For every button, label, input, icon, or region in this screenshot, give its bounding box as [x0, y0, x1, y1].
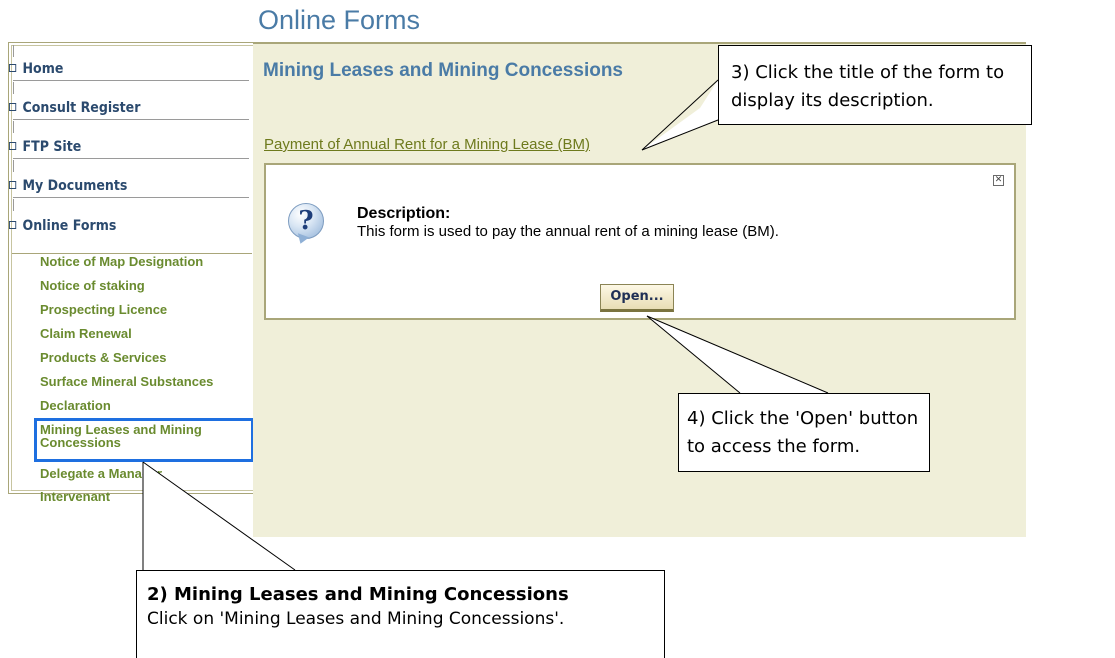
sidebar-item-label: Home	[22, 61, 64, 77]
sidebar-item-label: Online Forms	[22, 218, 117, 234]
tree-line	[13, 199, 14, 211]
bullet-icon	[9, 142, 17, 150]
description-label: Description:	[357, 205, 451, 222]
submenu-item-prospecting-licence[interactable]: Prospecting Licence	[40, 303, 167, 316]
page-title: Online Forms	[258, 5, 421, 35]
sidebar-item-ftp-site[interactable]: FTP Site	[9, 139, 81, 155]
callout-step-2-title: 2) Mining Leases and Mining Concessions	[147, 584, 569, 605]
question-icon: ?	[288, 203, 324, 239]
tree-line	[13, 121, 14, 133]
submenu-item-notice-of-map-designation[interactable]: Notice of Map Designation	[40, 255, 203, 268]
submenu-item-products-services[interactable]: Products & Services	[40, 351, 166, 364]
tree-line	[13, 82, 14, 94]
sidebar-item-consult-register[interactable]: Consult Register	[9, 100, 140, 116]
form-link-annual-rent[interactable]: Payment of Annual Rent for a Mining Leas…	[264, 136, 590, 153]
description-text: This form is used to pay the annual rent…	[357, 223, 779, 240]
callout-step-2-text: Click on 'Mining Leases and Mining Conce…	[147, 609, 565, 629]
tree-line	[13, 45, 14, 57]
submenu-item-delegate-a-manager[interactable]: Delegate a Manager	[40, 467, 162, 480]
submenu-item-surface-mineral-substances[interactable]: Surface Mineral Substances	[40, 375, 213, 388]
callout-step-4: 4) Click the 'Open' button to access the…	[678, 393, 930, 472]
submenu-item-claim-renewal[interactable]: Claim Renewal	[40, 327, 132, 340]
bullet-icon	[9, 64, 17, 72]
sidebar-item-my-documents[interactable]: My Documents	[9, 178, 127, 194]
description-panel: ✕ ? Description: This form is used to pa…	[264, 163, 1016, 320]
submenu-item-notice-of-staking[interactable]: Notice of staking	[40, 279, 145, 292]
close-icon[interactable]: ✕	[993, 175, 1004, 186]
bullet-icon	[9, 103, 17, 111]
selection-highlight	[34, 418, 254, 462]
divider	[13, 197, 249, 198]
bullet-icon	[9, 221, 17, 229]
sidebar-item-online-forms[interactable]: Online Forms	[9, 218, 116, 234]
tree-line	[13, 160, 14, 172]
callout-step-3: 3) Click the title of the form to displa…	[718, 45, 1032, 125]
sidebar-item-label: My Documents	[22, 178, 128, 194]
divider	[13, 119, 249, 120]
submenu-item-intervenant[interactable]: Intervenant	[40, 490, 110, 503]
divider	[13, 80, 249, 81]
submenu-item-declaration[interactable]: Declaration	[40, 399, 111, 412]
open-button[interactable]: Open...	[600, 284, 674, 312]
callout-step-2: 2) Mining Leases and Mining Concessions …	[136, 570, 665, 658]
bullet-icon	[9, 181, 17, 189]
sidebar-item-label: FTP Site	[22, 139, 82, 155]
sidebar-item-home[interactable]: Home	[9, 61, 63, 77]
divider	[13, 158, 249, 159]
sidebar-item-label: Consult Register	[22, 100, 141, 116]
section-title: Mining Leases and Mining Concessions	[263, 60, 623, 81]
